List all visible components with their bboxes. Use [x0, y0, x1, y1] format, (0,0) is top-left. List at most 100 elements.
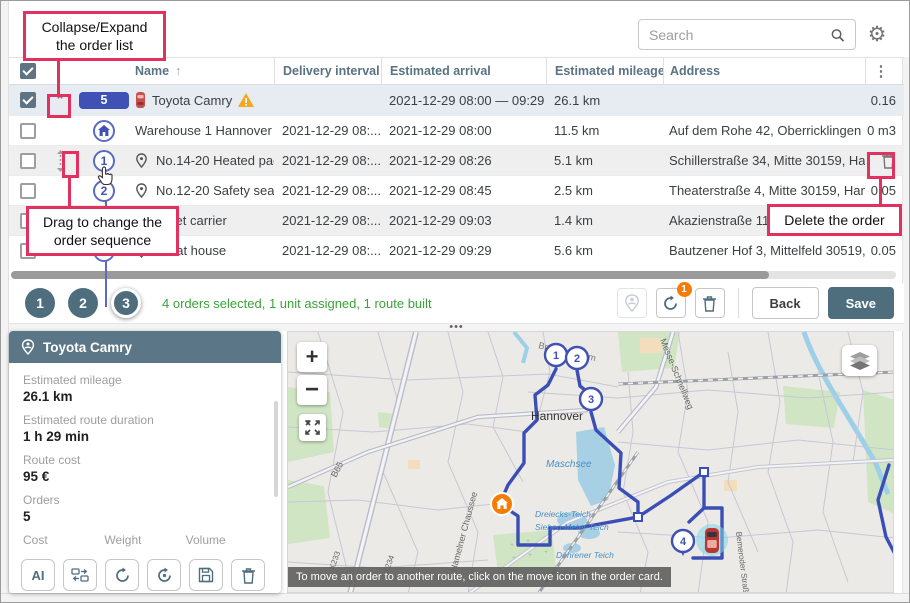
refresh-routes-button[interactable]: 1: [656, 288, 686, 318]
search-icon[interactable]: [830, 27, 845, 43]
callout-connector: [879, 179, 882, 204]
app-window: ⚙ Name↑ Delivery interval Estimated arri…: [0, 0, 910, 603]
trash-icon: [702, 295, 717, 312]
svg-text:1: 1: [553, 350, 559, 362]
panel-header[interactable]: Toyota Camry: [9, 331, 281, 363]
svg-text:2: 2: [574, 353, 580, 365]
steps-bar: 1 2 3 4 orders selected, 1 unit assigned…: [9, 283, 904, 323]
layers-icon: [850, 352, 870, 370]
gear-icon[interactable]: ⚙: [866, 24, 888, 46]
orders-count-badge: 5: [79, 92, 129, 109]
location-pin-icon: [135, 153, 148, 168]
search-box[interactable]: [638, 19, 856, 50]
table-row-order[interactable]: 2 No.12-20 Safety seat 2021-12-29 08:...…: [9, 175, 904, 205]
delivery-cell: 2021-12-29 08:...: [274, 123, 381, 138]
arrival-cell: 2021-12-29 08:00: [381, 123, 546, 138]
address-cell: Theaterstraße 4, Mitte 30159, Han...: [663, 183, 865, 198]
delivery-cell: 2021-12-29 08:...: [274, 183, 381, 198]
callout-collapse-expand: Collapse/Expand the order list: [23, 11, 166, 61]
panel-title: Toyota Camry: [43, 340, 132, 355]
metric-weight-label: Weight: [104, 533, 185, 547]
splitter-handle[interactable]: •••: [9, 323, 904, 331]
column-estimated-mileage[interactable]: Estimated mileage: [546, 58, 663, 84]
stat-value: 1 h 29 min: [23, 429, 267, 444]
row-checkbox[interactable]: [20, 153, 36, 169]
map-label-city: Hannover: [531, 409, 583, 423]
volume-cell: 0.16: [865, 93, 898, 108]
column-address[interactable]: Address: [663, 58, 865, 84]
ai-optimize-button[interactable]: AI: [21, 559, 55, 591]
metric-volume-label: Volume: [186, 533, 267, 547]
unit-car-marker[interactable]: [696, 524, 728, 556]
divider: [738, 288, 739, 318]
mileage-cell: 26.1 km: [546, 93, 663, 108]
metric-cost-label: Cost: [23, 533, 104, 547]
order-name: No.14-20 Heated pad: [156, 153, 274, 168]
recalculate-button[interactable]: [147, 559, 181, 591]
table-row-unit[interactable]: ⌃ 5 Toyota Camry 2021-12-29 08:00 — 09:2…: [9, 85, 904, 115]
search-input[interactable]: [649, 27, 830, 43]
save-button[interactable]: Save: [828, 287, 894, 319]
fullscreen-icon: [305, 420, 320, 435]
callout-connector: [68, 178, 71, 206]
panel-scrollbar[interactable]: [274, 401, 278, 497]
step-1[interactable]: 1: [25, 288, 55, 318]
svg-text:+: +: [544, 549, 548, 556]
mileage-cell: 5.6 km: [546, 243, 663, 258]
zoom-in-button[interactable]: +: [297, 342, 327, 372]
stat-value: 5: [23, 509, 267, 524]
warehouse-home-icon: [93, 120, 115, 142]
layers-button[interactable]: [842, 345, 877, 376]
column-menu-kebab-icon[interactable]: ⋮: [865, 58, 898, 84]
row-checkbox[interactable]: [20, 92, 36, 108]
table-row-warehouse[interactable]: Warehouse 1 Hannover 2021-12-29 08:... 2…: [9, 115, 904, 145]
delivery-cell: 2021-12-29 08:...: [274, 153, 381, 168]
status-text: 4 orders selected, 1 unit assigned, 1 ro…: [162, 296, 432, 311]
unit-name: Toyota Camry: [152, 93, 232, 108]
select-all-checkbox[interactable]: [20, 63, 36, 79]
scrollbar-thumb[interactable]: [11, 271, 769, 279]
save-route-button[interactable]: [189, 559, 223, 591]
delete-route-button[interactable]: [695, 288, 725, 318]
address-cell: Bautzener Hof 3, Mittelfeld 30519,...: [663, 243, 865, 258]
locate-unit-button[interactable]: [617, 288, 647, 318]
sync-dot-icon: [156, 567, 173, 584]
mileage-cell: 1.4 km: [546, 213, 663, 228]
column-delivery-interval[interactable]: Delivery interval: [274, 58, 381, 84]
back-button[interactable]: Back: [752, 287, 819, 319]
warehouse-marker[interactable]: [491, 493, 513, 515]
bottom-gutter: [1, 593, 910, 602]
trash-icon: [241, 567, 256, 584]
column-estimated-arrival[interactable]: Estimated arrival: [381, 58, 546, 84]
stat-label: Route cost: [23, 453, 267, 467]
row-checkbox[interactable]: [20, 123, 36, 139]
fullscreen-button[interactable]: [299, 414, 326, 441]
highlight-collapse-chevron: [47, 94, 71, 118]
stat-value: 95 €: [23, 469, 267, 484]
warning-icon: [238, 93, 254, 107]
callout-delete-order: Delete the order: [767, 204, 902, 236]
refresh-button[interactable]: [105, 559, 139, 591]
refresh-icon: [114, 567, 131, 584]
person-pin-icon: [624, 294, 640, 312]
truck-swap-icon: [71, 567, 89, 583]
mileage-cell: 11.5 km: [546, 123, 663, 138]
map[interactable]: +++ +++: [287, 331, 894, 593]
horizontal-scrollbar[interactable]: [11, 271, 896, 279]
zoom-out-button[interactable]: −: [297, 375, 327, 405]
svg-text:+: +: [510, 542, 514, 549]
mouse-cursor-hand: [97, 166, 114, 187]
step-3-current[interactable]: 3: [111, 288, 141, 318]
step-2[interactable]: 2: [68, 288, 98, 318]
reassign-unit-button[interactable]: [63, 559, 97, 591]
stat-value: 26.1 km: [23, 389, 267, 404]
sync-icon: [662, 295, 679, 312]
svg-text:4: 4: [680, 536, 687, 548]
delete-button[interactable]: [231, 559, 265, 591]
row-checkbox[interactable]: [20, 183, 36, 199]
mileage-cell: 5.1 km: [546, 153, 663, 168]
column-name[interactable]: Name↑: [135, 64, 274, 78]
left-gutter: [1, 1, 9, 595]
table-row-order[interactable]: 1 No.14-20 Heated pad 2021-12-29 08:... …: [9, 145, 904, 175]
address-cell: Schillerstraße 34, Mitte 30159, Ha...: [663, 153, 865, 168]
